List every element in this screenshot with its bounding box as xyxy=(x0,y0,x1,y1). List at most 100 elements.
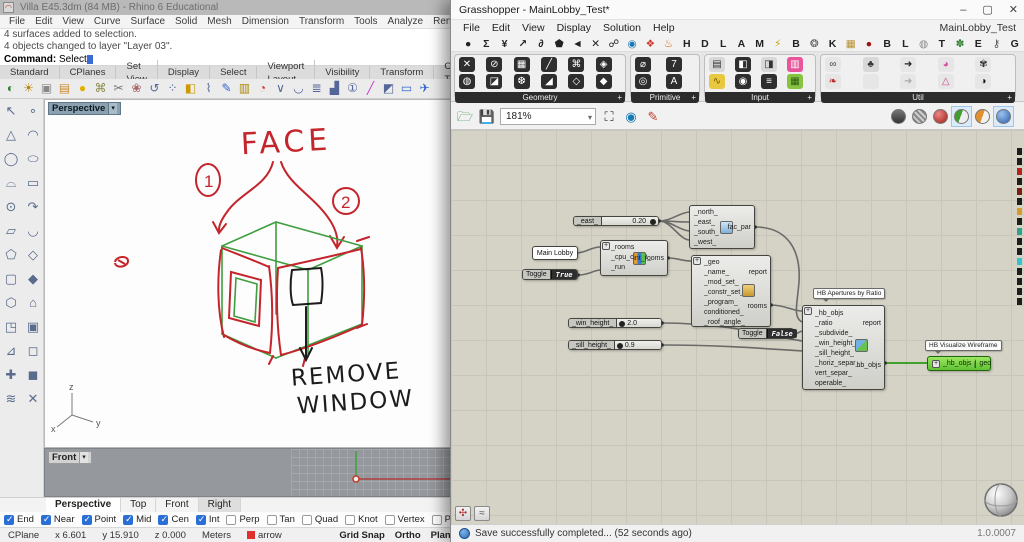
node-hb-room[interactable]: + _geo _name_ _mod_set_ _constr_set_ _pr… xyxy=(691,255,771,327)
command-line[interactable]: Command: Select xyxy=(0,53,458,66)
close-icon[interactable]: ✕ xyxy=(22,387,44,411)
polyline-icon[interactable]: △ xyxy=(0,123,22,147)
gh-document-tab[interactable]: MainLobby_Test xyxy=(940,20,1016,36)
slider-win-height[interactable]: _win_height_ 2.0 xyxy=(568,318,662,328)
geo-snow-icon[interactable]: ❆ xyxy=(513,74,530,89)
port-input[interactable]: _roof_angle_ xyxy=(692,318,770,328)
tab-e-icon[interactable]: E xyxy=(969,36,987,52)
octopus-icon[interactable]: ✾ xyxy=(975,57,992,72)
render-icon[interactable]: ◐ xyxy=(2,80,19,97)
osnap-checkbox[interactable] xyxy=(123,514,134,525)
geo-plane-icon[interactable]: ◪ xyxy=(486,74,503,89)
light-icon[interactable]: ☀ xyxy=(20,80,37,97)
tab-m-icon[interactable]: M xyxy=(751,36,769,52)
layer-chip[interactable]: arrow xyxy=(239,530,290,541)
osnap-checkbox[interactable] xyxy=(301,514,312,525)
gauge-icon[interactable]: ◔ xyxy=(254,80,271,97)
preview-shaded-button[interactable] xyxy=(930,106,951,127)
sheet-icon[interactable]: ◩ xyxy=(380,80,397,97)
solid-icon[interactable]: ◼ xyxy=(22,363,44,387)
clover-icon[interactable]: ✽ xyxy=(951,36,969,52)
kangaroo-icon[interactable]: ❖ xyxy=(641,36,659,52)
sphere-icon[interactable]: ● xyxy=(74,80,91,97)
port-input[interactable]: _subdivide_ xyxy=(803,329,884,339)
points-icon[interactable]: ⁘ xyxy=(164,80,181,97)
geo-angle-icon[interactable]: ◢ xyxy=(540,74,557,89)
port-input[interactable]: _constr_set_ xyxy=(692,288,770,298)
port-output[interactable]: hb_objs xyxy=(856,361,881,371)
preview-eye-icon[interactable]: ◉ xyxy=(622,108,640,126)
port-output[interactable]: geo xyxy=(979,360,991,367)
port-input[interactable]: _sill_height_ xyxy=(803,349,884,359)
sets-icon[interactable]: ¥ xyxy=(495,36,513,52)
geo-xyz-icon[interactable]: ✕ xyxy=(459,57,475,72)
expand-group-icon[interactable]: + xyxy=(1007,92,1012,103)
port-input[interactable]: _hb_objs xyxy=(943,360,971,367)
port-input[interactable]: _mod_set_ xyxy=(692,278,770,288)
osnap-checkbox[interactable] xyxy=(158,514,169,525)
toggle-true[interactable]: Toggle True xyxy=(522,269,578,280)
intersect-icon[interactable]: ✕ xyxy=(587,36,605,52)
lightning-icon[interactable]: ⚡ xyxy=(769,36,787,52)
ellipse-icon[interactable]: ⬭ xyxy=(22,147,44,171)
node-expander-icon[interactable]: + xyxy=(602,242,610,250)
front-viewport[interactable]: Front ▾ xyxy=(44,448,458,497)
close-button[interactable]: ✕ xyxy=(1009,0,1018,20)
house-icon[interactable]: ⌂ xyxy=(22,291,44,315)
sphere-pink-icon[interactable]: ◕ xyxy=(937,57,954,72)
compass-widget[interactable] xyxy=(983,482,1019,518)
tab-b-icon[interactable]: B xyxy=(787,36,805,52)
rhino-menu-item[interactable]: Surface xyxy=(126,16,170,27)
plane-icon[interactable]: ◳ xyxy=(0,315,22,339)
rhino-toolbar-tab[interactable]: Standard xyxy=(0,66,60,79)
arc-icon[interactable]: ◡ xyxy=(290,80,307,97)
front-viewport-dropdown-icon[interactable]: ▾ xyxy=(79,452,88,463)
cherry-icon[interactable]: ❧ xyxy=(825,74,841,89)
mesh-icon[interactable]: ◄ xyxy=(568,36,586,52)
prim-text-icon[interactable]: A xyxy=(666,74,682,89)
port-output[interactable]: report xyxy=(749,268,767,278)
tab-t-icon[interactable]: T xyxy=(933,36,951,52)
numbered-icon[interactable]: ① xyxy=(344,80,361,97)
grid-icon[interactable]: ▣ xyxy=(22,315,44,339)
panel-icon[interactable]: ◧ xyxy=(735,57,751,72)
zoom-extents-icon[interactable]: ⛶ xyxy=(600,108,618,126)
list-icon[interactable]: ≣ xyxy=(308,80,325,97)
plus-icon[interactable]: ✚ xyxy=(0,363,22,387)
port-output[interactable]: rooms xyxy=(748,302,767,312)
gh-menu-item[interactable]: Solution xyxy=(597,22,647,34)
osnap-checkbox[interactable] xyxy=(226,514,237,525)
scissors-icon[interactable]: ✂ xyxy=(110,80,127,97)
rhino-menu-item[interactable]: View xyxy=(57,16,89,27)
polygon-icon[interactable]: ⊙ xyxy=(0,195,22,219)
list-icon[interactable]: ≡ xyxy=(761,74,777,89)
fence-icon[interactable]: ▥ xyxy=(236,80,253,97)
rhino-menu-item[interactable]: Curve xyxy=(89,16,126,27)
rhino-toolbar-tab[interactable]: Select xyxy=(210,66,258,79)
slider-sill-height[interactable]: _sill_height_ 0.9 xyxy=(568,340,662,350)
flower-icon[interactable]: ❀ xyxy=(128,80,145,97)
box-icon[interactable]: ▢ xyxy=(0,267,22,291)
osnap-checkbox[interactable] xyxy=(195,514,206,525)
arrow-solid-icon[interactable]: ➜ xyxy=(900,57,917,72)
port-input[interactable]: operable_ xyxy=(803,379,884,389)
selected-only-button[interactable] xyxy=(951,106,972,127)
slider-win-height-track[interactable]: 2.0 xyxy=(617,319,661,327)
rhino-menu-item[interactable]: Solid xyxy=(170,16,202,27)
geo-solid-icon[interactable]: ◆ xyxy=(595,74,612,89)
preview-half-button[interactable] xyxy=(972,106,993,127)
rhino-menu-item[interactable]: Tools xyxy=(349,16,382,27)
status-toggle[interactable]: Ortho xyxy=(395,530,421,541)
image-icon[interactable]: ▦ xyxy=(787,74,803,89)
tab-l2-icon[interactable]: L xyxy=(896,36,914,52)
status-toggle[interactable]: Grid Snap xyxy=(339,530,384,541)
loft-icon[interactable]: ⬠ xyxy=(0,243,22,267)
osnap-checkbox[interactable] xyxy=(4,514,14,525)
toggle-icon[interactable]: ◨ xyxy=(761,57,777,72)
minimize-button[interactable]: – xyxy=(960,0,966,20)
tab-g-icon[interactable]: G xyxy=(1006,36,1024,52)
node-hb-apertures[interactable]: + _hb_objs _ratio _subdivide_ _win_heigh… xyxy=(802,305,885,390)
patch-icon[interactable]: ◡ xyxy=(22,219,44,243)
port-input[interactable]: _west_ xyxy=(690,238,754,248)
material-icon[interactable]: ▤ xyxy=(56,80,73,97)
